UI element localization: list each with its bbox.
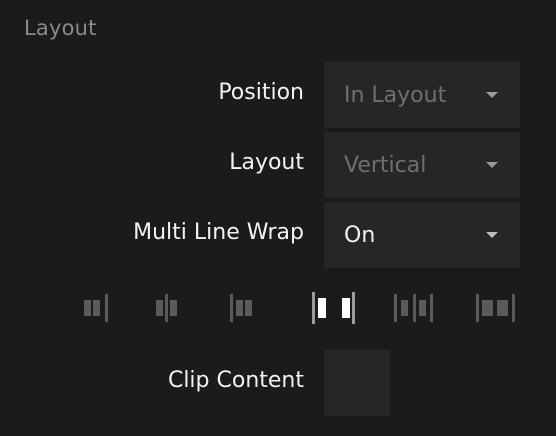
- position-dropdown[interactable]: In Layout: [324, 62, 520, 128]
- chevron-down-icon: [486, 162, 498, 168]
- section-title: Layout: [24, 16, 97, 40]
- align-end-icon: [230, 294, 252, 322]
- clip-label: Clip Content: [167, 368, 304, 393]
- space-around-icon: [394, 294, 433, 322]
- align-center-icon: [156, 294, 177, 322]
- space-between-button[interactable]: [308, 288, 355, 328]
- space-around-button[interactable]: [392, 288, 436, 328]
- chevron-down-icon: [486, 232, 498, 238]
- alignment-options: [0, 288, 556, 328]
- align-center-button[interactable]: [150, 288, 194, 328]
- wrap-dropdown[interactable]: On: [324, 202, 520, 268]
- layout-dropdown[interactable]: Vertical: [324, 132, 520, 198]
- wrap-label: Multi Line Wrap: [133, 220, 304, 245]
- chevron-down-icon: [486, 92, 498, 98]
- align-start-button[interactable]: [80, 288, 124, 328]
- space-evenly-button[interactable]: [474, 288, 518, 328]
- layout-panel: Layout Position In Layout Layout Vertica…: [0, 0, 556, 436]
- clip-content-checkbox[interactable]: [324, 350, 390, 416]
- position-label: Position: [218, 80, 304, 105]
- space-evenly-icon: [476, 294, 515, 322]
- align-end-button[interactable]: [226, 288, 270, 328]
- space-between-icon: [312, 292, 355, 324]
- layout-label: Layout: [229, 150, 304, 175]
- align-start-icon: [84, 294, 108, 322]
